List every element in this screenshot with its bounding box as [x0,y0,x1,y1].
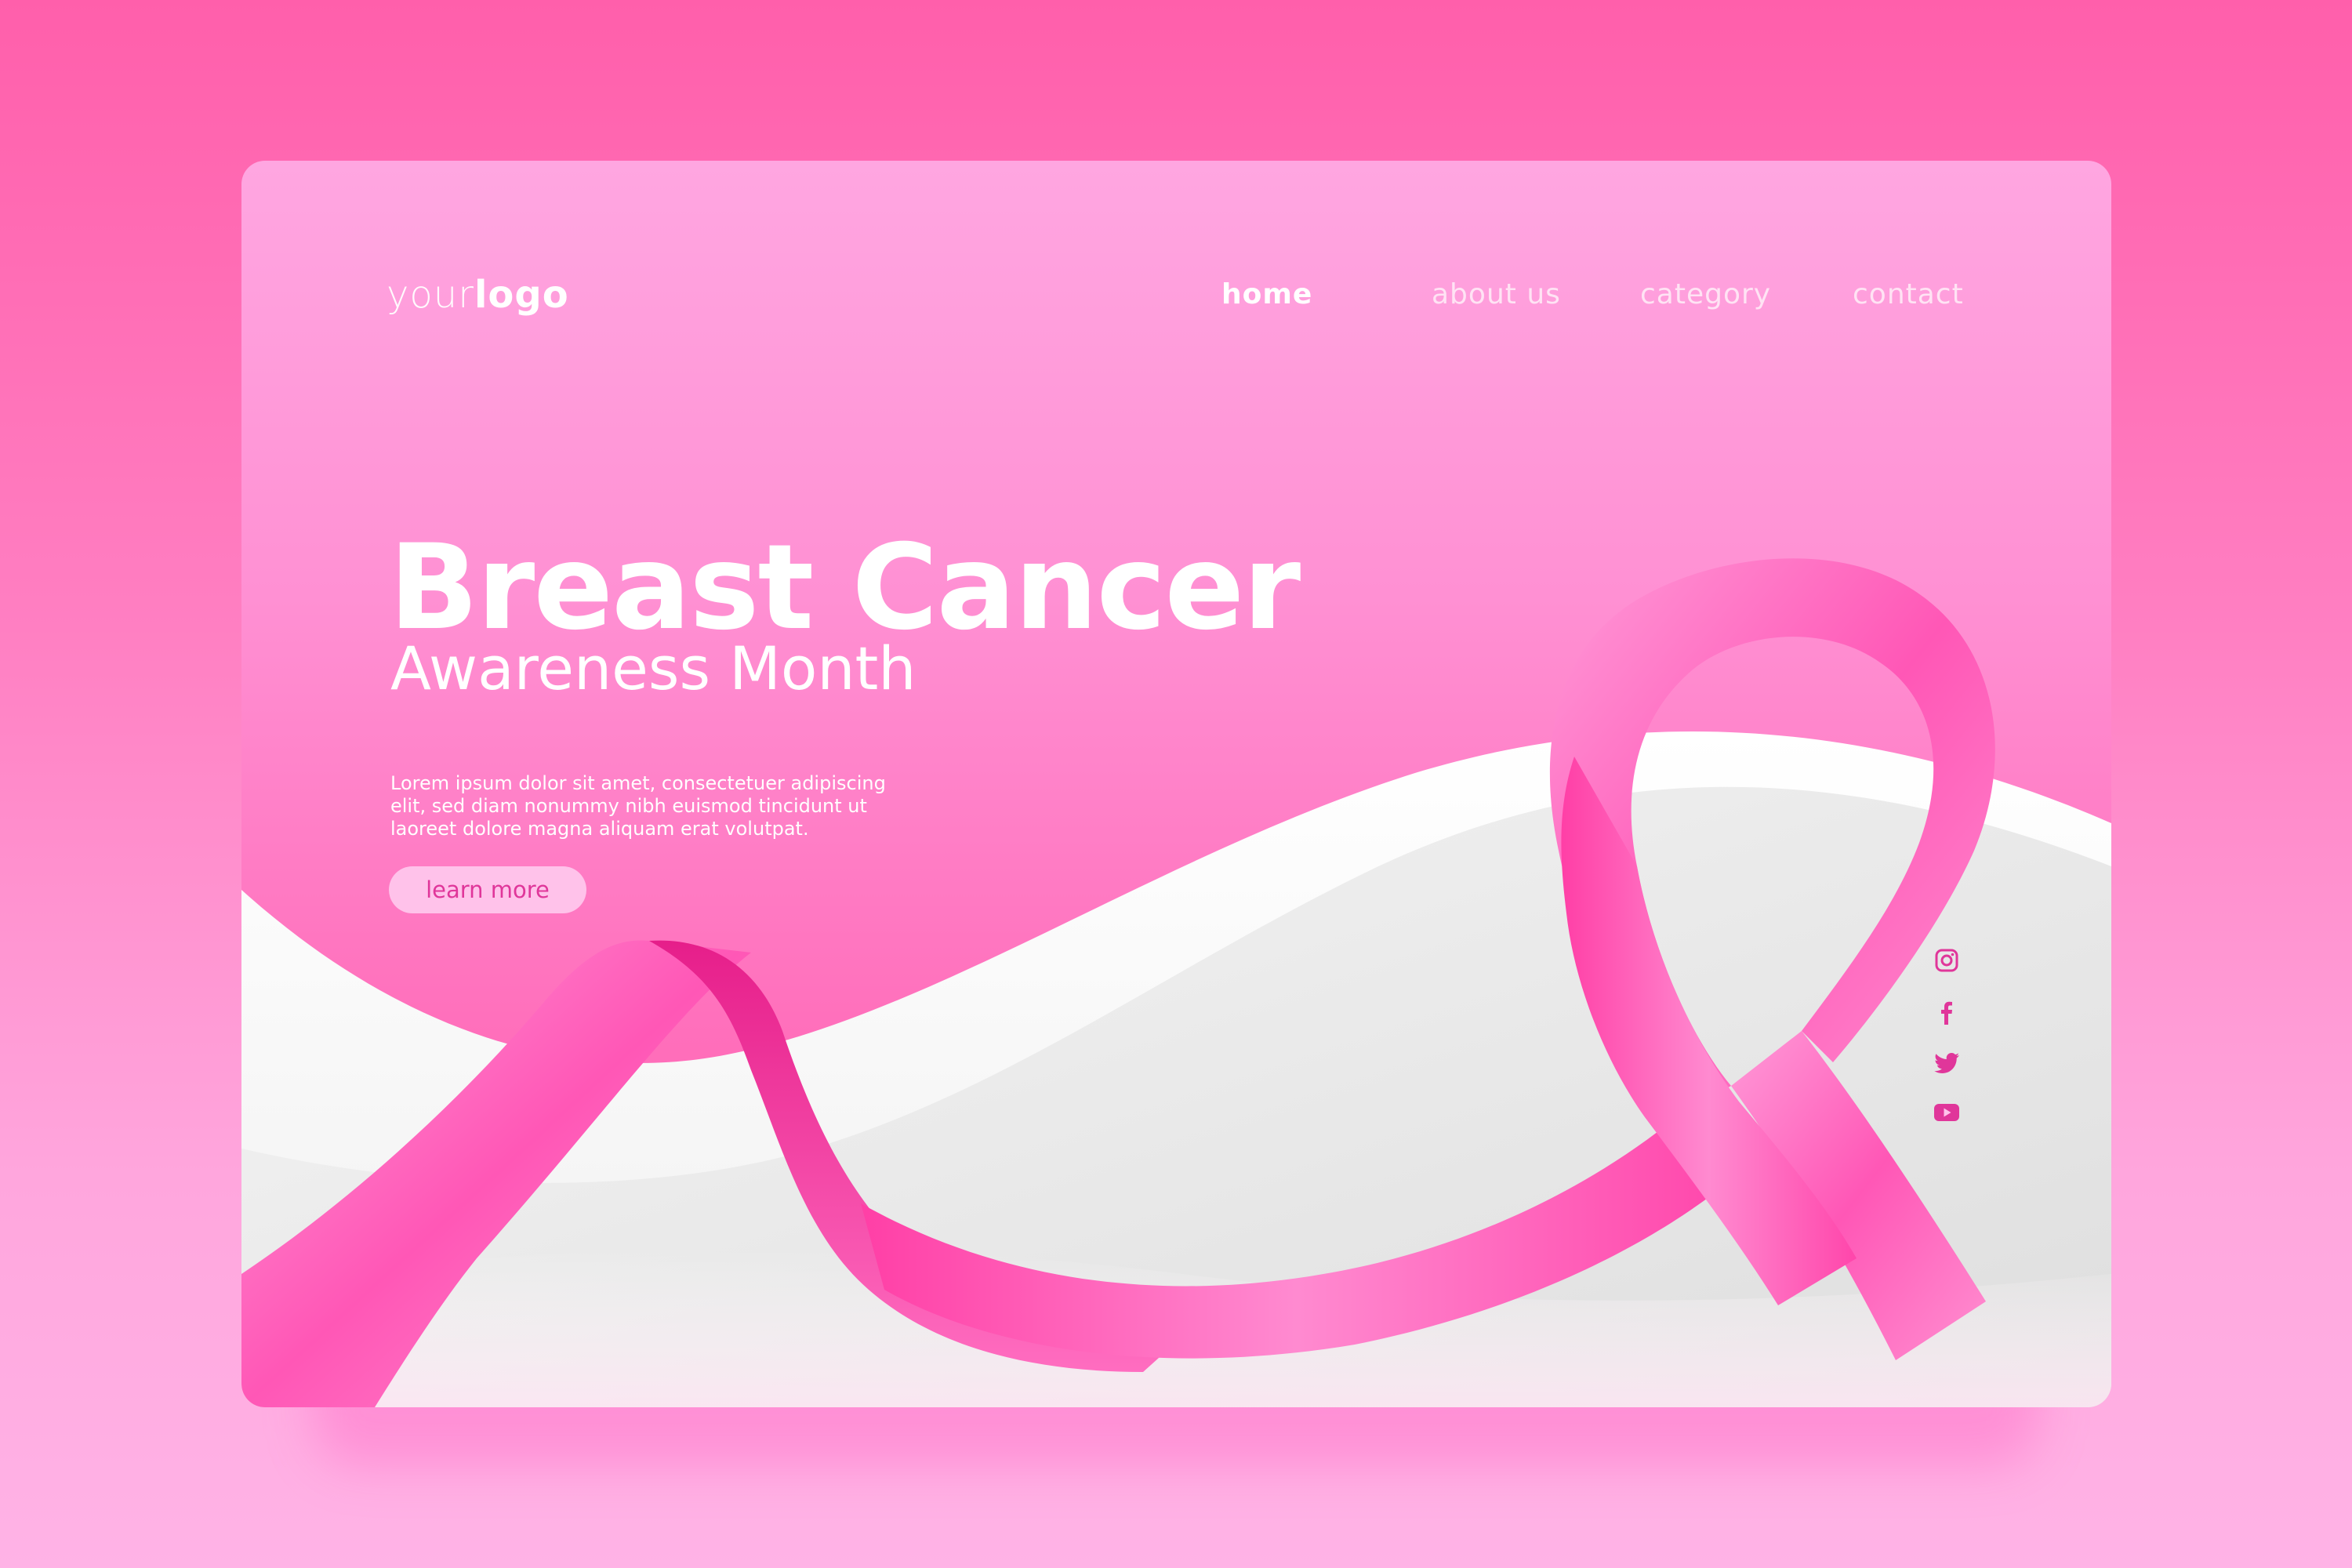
landing-page-card: yourlogo home about us category contact … [241,161,2111,1407]
facebook-icon[interactable] [1927,993,1966,1032]
hero-body-text: Lorem ipsum dolor sit amet, consectetuer… [390,772,886,840]
hero-subtitle: Awareness Month [390,633,916,703]
nav-item-category[interactable]: category [1640,278,1771,310]
hero-title: Breast Cancer [389,520,1301,656]
learn-more-button[interactable]: learn more [389,866,586,913]
instagram-icon[interactable] [1927,941,1966,980]
nav-item-home[interactable]: home [1221,278,1312,310]
nav-item-contact[interactable]: contact [1853,278,1964,310]
youtube-icon[interactable] [1927,1093,1966,1132]
main-nav: home about us category contact [241,278,2111,325]
twitter-icon[interactable] [1927,1044,1966,1083]
nav-item-about-us[interactable]: about us [1432,278,1561,310]
